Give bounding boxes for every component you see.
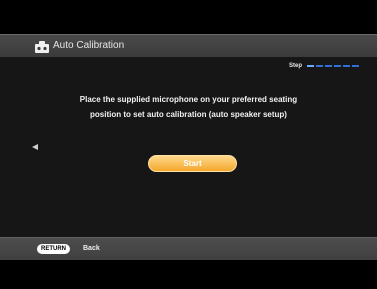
instruction-text: Place the supplied microphone on your pr…	[0, 92, 377, 122]
instruction-line: position to set auto calibration (auto s…	[90, 110, 287, 119]
step-segment	[343, 65, 350, 67]
step-segment	[334, 65, 341, 67]
step-segment	[325, 65, 332, 67]
calibration-screen: Auto Calibration Step Place the supplied…	[0, 0, 377, 289]
return-key-icon[interactable]: RETURN	[37, 244, 70, 254]
step-label: Step	[288, 63, 302, 69]
page-title: Auto Calibration	[53, 40, 125, 51]
back-label[interactable]: Back	[83, 243, 100, 255]
step-segment	[316, 65, 323, 67]
step-indicator: Step	[289, 63, 359, 69]
step-segment	[307, 65, 314, 67]
main-panel: Step Place the supplied microphone on yo…	[0, 57, 377, 237]
title-bar: Auto Calibration	[0, 34, 377, 58]
speaker-setup-icon	[35, 41, 49, 53]
start-button[interactable]: Start	[148, 155, 237, 172]
step-segment	[352, 65, 359, 67]
footer-bar: RETURN Back	[0, 237, 377, 260]
instruction-line: Place the supplied microphone on your pr…	[79, 95, 298, 104]
left-arrow-icon[interactable]	[32, 144, 38, 150]
